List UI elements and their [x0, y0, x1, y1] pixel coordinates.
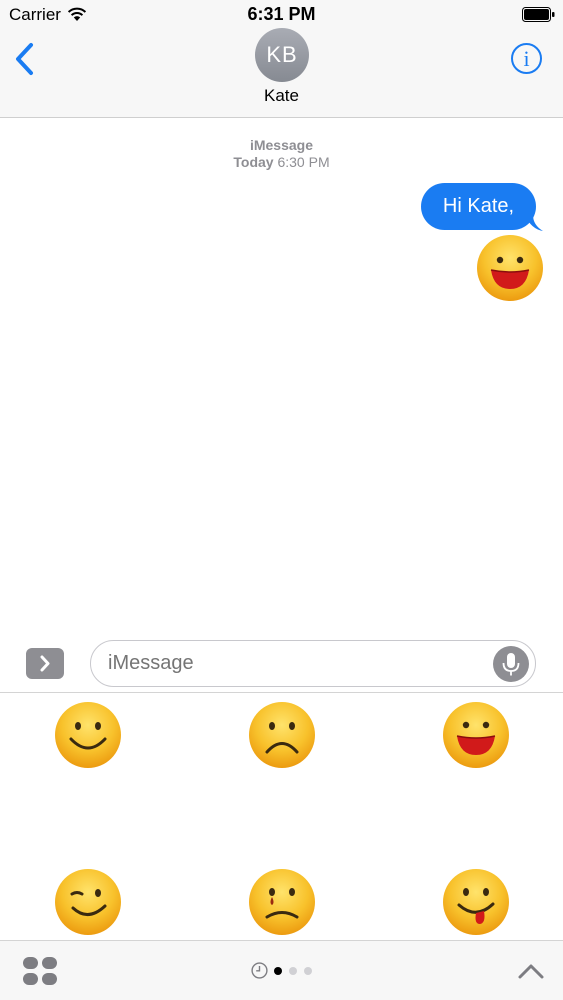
crying-face-icon[interactable] — [248, 868, 316, 936]
conversation-header: KB Kate i — [0, 28, 563, 118]
info-button[interactable]: i — [511, 43, 542, 74]
winking-face-icon[interactable] — [54, 868, 122, 936]
service-label: iMessage — [249, 137, 314, 153]
status-time: 6:31 PM — [247, 4, 316, 24]
battery-icon — [522, 7, 555, 22]
contact-avatar[interactable]: KB — [255, 28, 309, 82]
expand-apps-button[interactable] — [26, 648, 64, 679]
timestamp-day: Today — [233, 154, 274, 170]
bubble-tail — [525, 215, 543, 231]
recents-clock-icon[interactable] — [251, 962, 268, 979]
sticker-drawer — [0, 693, 563, 941]
back-chevron-icon[interactable] — [13, 42, 37, 76]
smiling-face-icon[interactable] — [54, 701, 122, 769]
contact-name[interactable]: Kate — [0, 86, 563, 106]
grinning-tongue-face-icon[interactable] — [442, 701, 510, 769]
chevron-right-icon — [40, 655, 50, 672]
page-dot-active[interactable] — [274, 967, 282, 975]
message-timestamp: Today 6:30 PM — [0, 154, 563, 170]
grinning-tongue-face-icon[interactable] — [476, 234, 544, 302]
sent-message-bubble[interactable]: Hi Kate, — [421, 183, 536, 230]
timestamp-time: 6:30 PM — [277, 154, 330, 170]
microphone-button[interactable] — [493, 646, 529, 682]
page-dot[interactable] — [304, 967, 312, 975]
status-bar: Carrier 6:31 PM — [0, 0, 563, 28]
microphone-icon — [502, 653, 520, 676]
app-grid-icon[interactable] — [22, 956, 58, 986]
chevron-up-icon[interactable] — [517, 962, 545, 980]
tongue-out-face-icon[interactable] — [442, 868, 510, 936]
frowning-face-icon[interactable] — [248, 701, 316, 769]
page-dot[interactable] — [289, 967, 297, 975]
app-drawer-bar — [0, 940, 563, 1000]
message-input[interactable] — [90, 640, 536, 687]
message-composer — [0, 630, 563, 693]
